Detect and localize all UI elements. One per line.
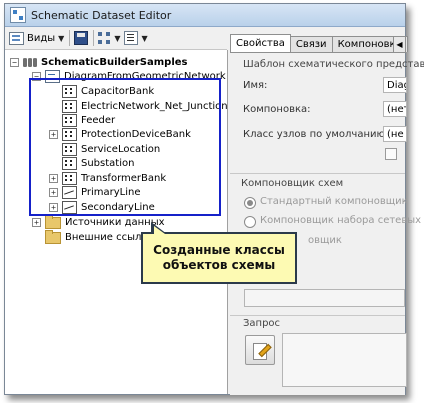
tree-root-label: SchematicBuilderSamples (41, 57, 188, 68)
third-builder-label: овщик (308, 235, 342, 246)
chevron-down-icon: ▼ (114, 33, 121, 43)
name-field[interactable]: Diagra (383, 77, 407, 93)
network-builder-radio[interactable] (244, 216, 256, 228)
schematic-tools-icon (98, 32, 111, 44)
tab-strip: Свойства Связи Компоновки (230, 34, 409, 52)
query-group-title: Запрос (243, 318, 281, 329)
folder-label: Источники данных (65, 217, 165, 228)
title-bar: Schematic Dataset Editor (5, 4, 405, 27)
default-node-class-label: Класс узлов по умолчанию: (243, 129, 389, 140)
list-icon (124, 31, 139, 45)
divider (230, 173, 405, 174)
folder-icon (45, 214, 61, 229)
toolbar-separator (93, 30, 95, 46)
save-icon (74, 31, 89, 45)
views-label: Виды (27, 32, 56, 44)
callout-note: Созданные классы объектов схемы (141, 232, 297, 284)
chevron-down-icon: ▼ (141, 33, 148, 43)
layout-tools-dropdown[interactable]: ▼ (98, 29, 120, 47)
option-checkbox[interactable] (385, 148, 397, 160)
window-title: Schematic Dataset Editor (31, 8, 172, 22)
network-builder-label: Компоновщик набора сетевых да (260, 215, 424, 226)
toolbar-separator (69, 30, 71, 46)
edit-query-button[interactable] (245, 335, 275, 365)
toolbar: Виды ▼ ▼ ▼ (5, 27, 227, 50)
collapse-icon[interactable]: − (10, 58, 19, 67)
properties-tab-body: Шаблон схематического представ Имя: Diag… (230, 52, 424, 395)
schematic-dataset-icon (23, 57, 37, 68)
layout-select[interactable]: (нет (383, 101, 407, 117)
standard-builder-radio[interactable] (244, 197, 256, 209)
expand-icon[interactable]: + (32, 218, 41, 227)
name-label: Имя: (243, 80, 268, 91)
callout-line-1: Созданные классы (153, 243, 285, 257)
chevron-down-icon: ▼ (58, 33, 65, 43)
tree-root[interactable]: − SchematicBuilderSamples (10, 56, 188, 69)
callout-pointer-fill (154, 226, 165, 234)
divider (230, 315, 405, 316)
highlight-box (29, 78, 221, 216)
tab-relations[interactable]: Связи (289, 36, 333, 52)
query-text-area[interactable] (282, 333, 407, 387)
app-icon (10, 7, 26, 23)
edit-query-icon (253, 341, 272, 360)
save-button[interactable] (74, 29, 89, 47)
layout-label: Компоновка: (243, 104, 311, 115)
standard-builder-label: Стандартный компоновщик (260, 196, 408, 207)
callout-line-2: объектов схемы (162, 258, 276, 272)
folder-icon (45, 229, 61, 244)
default-node-class-select[interactable]: (не (383, 126, 407, 142)
tree-folder-data-sources[interactable]: + Источники данных (32, 214, 165, 229)
list-options-dropdown[interactable]: ▼ (124, 29, 148, 47)
template-group-title: Шаблон схематического представ (243, 59, 424, 70)
tab-scroll-icon[interactable]: ◀ (393, 36, 406, 53)
views-icon (9, 31, 24, 45)
tab-properties[interactable]: Свойства (230, 34, 291, 52)
builder-group-title: Компоновщик схем (241, 178, 344, 189)
builder-settings-box (244, 289, 405, 307)
tree-folder-external-links[interactable]: Внешние ссылки (32, 229, 154, 244)
properties-panel: Свойства Связи Компоновки ◀ Шаблон схема… (228, 27, 424, 395)
views-dropdown[interactable]: Виды ▼ (9, 29, 64, 47)
